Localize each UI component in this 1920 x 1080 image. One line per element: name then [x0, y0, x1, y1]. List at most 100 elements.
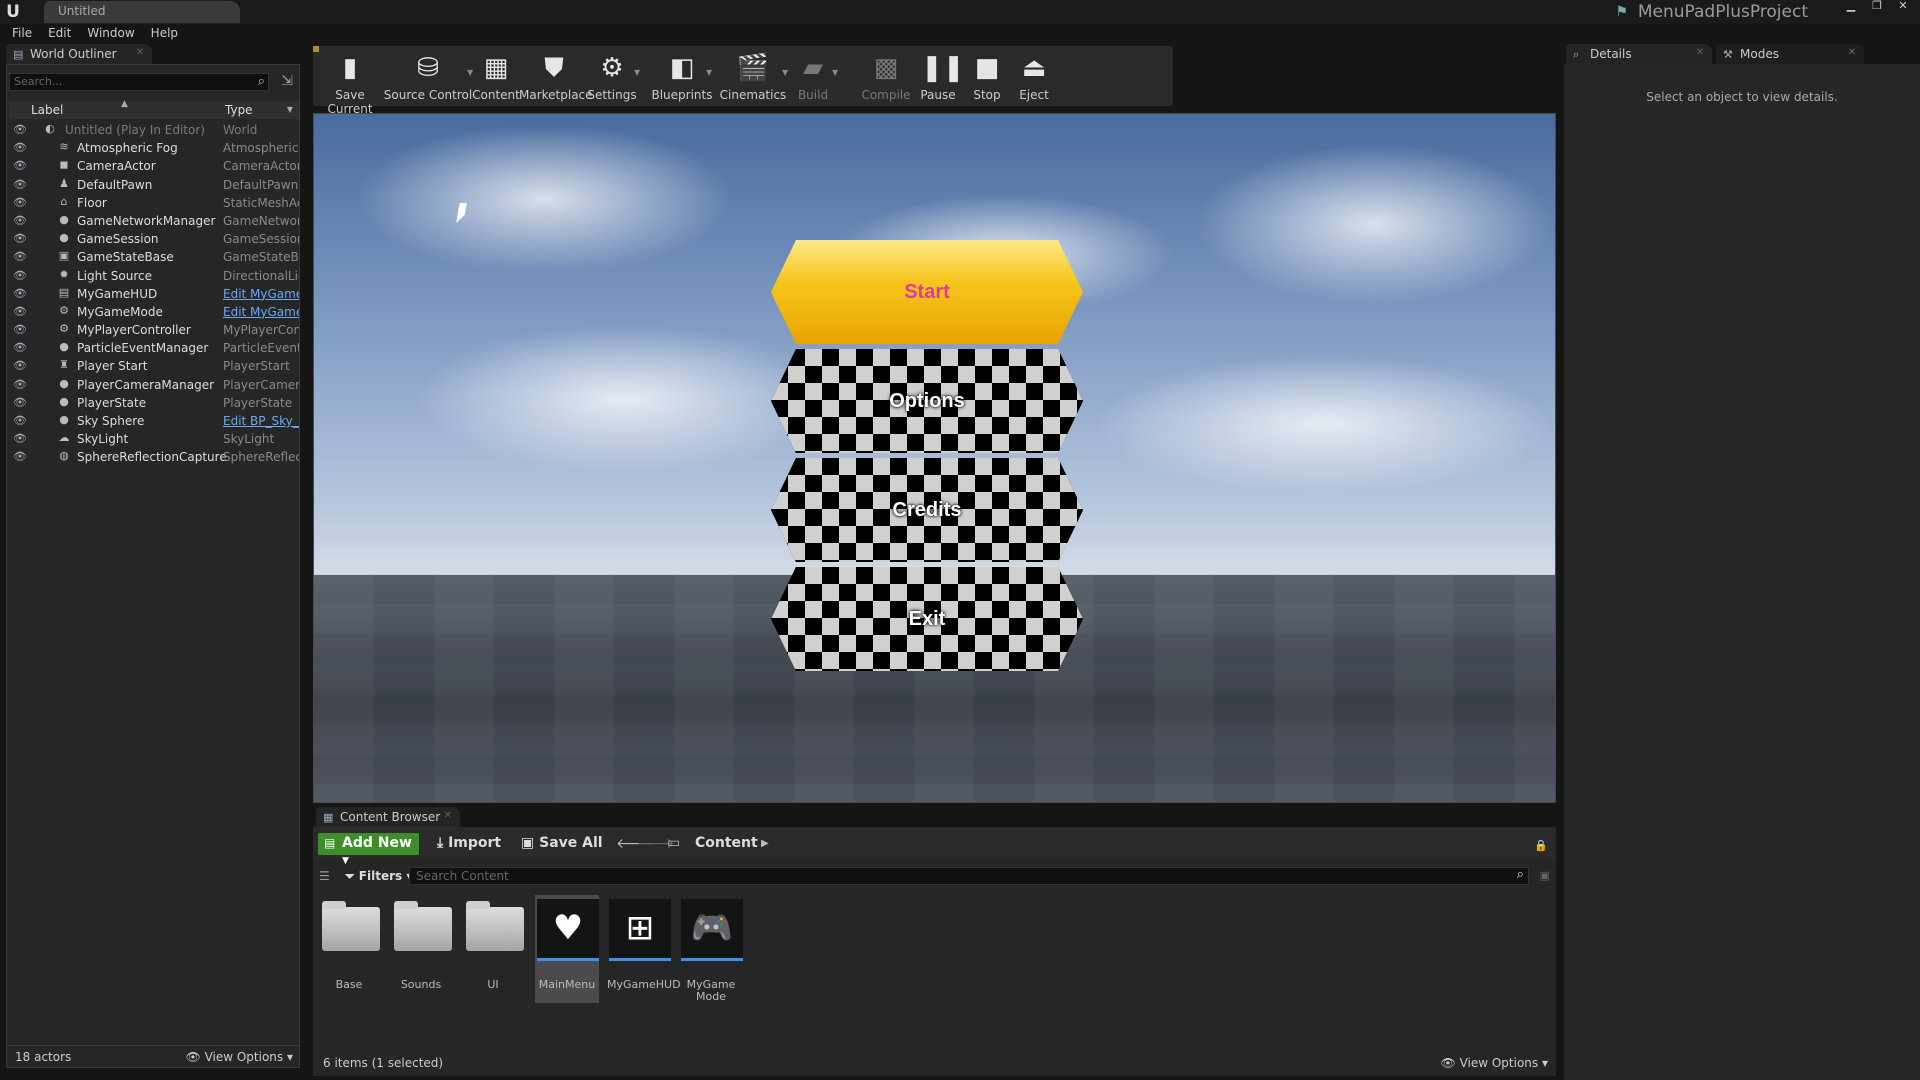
- pause-button[interactable]: ❚❚ Pause: [914, 46, 964, 106]
- path-chevron-icon[interactable]: ▶: [761, 838, 769, 849]
- outliner-actor-row[interactable]: 👁 ◼ CameraActor CameraActor: [9, 157, 299, 175]
- path-breadcrumb[interactable]: Content: [695, 835, 758, 851]
- visibility-eye-icon[interactable]: 👁: [13, 359, 27, 372]
- outliner-actor-row[interactable]: 👁 ♜ Player Start PlayerStart: [9, 357, 299, 375]
- add-new-button[interactable]: ▤ Add New ▼: [318, 833, 419, 866]
- game-viewport[interactable]: Start Options Credits Exit: [313, 113, 1556, 803]
- tab-modes[interactable]: ⚒ Modes ✕: [1716, 44, 1864, 64]
- content-search-input[interactable]: Search Content ⌕: [409, 867, 1529, 885]
- visibility-eye-icon[interactable]: 👁: [13, 378, 27, 391]
- add-actor-icon[interactable]: ⇲: [281, 73, 293, 89]
- cinematics-button[interactable]: 🎬 Cinematics: [718, 46, 788, 106]
- dropdown-arrow-icon[interactable]: ▼: [832, 68, 838, 77]
- asset-item[interactable]: ⊞ MyGameHUD: [607, 895, 681, 1003]
- outliner-search-input[interactable]: Search... ⌕: [9, 73, 269, 91]
- visibility-eye-icon[interactable]: 👁: [13, 123, 27, 136]
- outliner-actor-row[interactable]: 👁 ● ParticleEventManager ParticleEventManag…: [9, 339, 299, 357]
- outliner-actor-row[interactable]: 👁 ● GameSession GameSession: [9, 230, 299, 248]
- column-options-icon[interactable]: ▼: [287, 105, 293, 114]
- content-button[interactable]: ▦ Content: [468, 46, 524, 106]
- close-icon[interactable]: ✕: [136, 47, 144, 58]
- visibility-eye-icon[interactable]: 👁: [13, 141, 27, 154]
- menu-bar: File Edit Window Help: [0, 24, 1920, 44]
- folder-item[interactable]: UI: [461, 895, 525, 1003]
- outliner-actor-row[interactable]: 👁 ⚙ MyGameMode Edit MyGameMode: [9, 303, 299, 321]
- outliner-actor-row[interactable]: 👁 ● PlayerState PlayerState: [9, 394, 299, 412]
- visibility-eye-icon[interactable]: 👁: [13, 414, 27, 427]
- marketplace-button[interactable]: ⛊ Marketplace: [519, 46, 593, 106]
- close-window-icon[interactable]: ✕: [1892, 0, 1914, 13]
- outliner-actor-row[interactable]: 👁 ◍ SphereReflectionCaptureSphereReflectio…: [9, 448, 299, 466]
- folder-item[interactable]: Base: [317, 895, 381, 1003]
- save-all-button[interactable]: ▣ Save All: [521, 835, 603, 851]
- visibility-eye-icon[interactable]: 👁: [13, 450, 27, 463]
- import-button[interactable]: ⤓ Import: [437, 835, 501, 851]
- visibility-eye-icon[interactable]: 👁: [13, 269, 27, 282]
- edit-blueprint-link[interactable]: Edit MyGameMode: [223, 305, 299, 319]
- menu-help[interactable]: Help: [143, 24, 186, 44]
- edit-blueprint-link[interactable]: Edit MyGameHUD: [223, 287, 299, 301]
- source-control-button[interactable]: ⛁ Source Control: [383, 46, 473, 106]
- minimize-icon[interactable]: ▁: [1840, 0, 1862, 13]
- visibility-eye-icon[interactable]: 👁: [13, 159, 27, 172]
- exit-menu-button[interactable]: Exit: [771, 567, 1083, 671]
- outliner-actor-row[interactable]: 👁 ☁ SkyLight SkyLight: [9, 430, 299, 448]
- menu-edit[interactable]: Edit: [40, 24, 79, 44]
- outliner-actor-row[interactable]: 👁 ⌂ Floor StaticMeshActor: [9, 194, 299, 212]
- outliner-actor-row[interactable]: 👁 ▤ MyGameHUD Edit MyGameHUD: [9, 285, 299, 303]
- lock-icon[interactable]: 🔒: [1534, 839, 1548, 852]
- outliner-world-row[interactable]: 👁 ◐ Untitled (Play In Editor) World: [9, 121, 299, 139]
- dropdown-arrow-icon[interactable]: ▼: [634, 68, 640, 77]
- outliner-actor-row[interactable]: 👁 ● GameNetworkManager GameNetworkManager: [9, 212, 299, 230]
- filters-button[interactable]: ⏷ Filters ▾: [345, 869, 412, 884]
- outliner-actor-row[interactable]: 👁 ≋ Atmospheric Fog AtmosphericFog: [9, 139, 299, 157]
- outliner-actor-row[interactable]: 👁 ● Sky Sphere Edit BP_Sky_Sphere: [9, 412, 299, 430]
- view-options-button[interactable]: 👁 View Options ▾: [186, 1050, 294, 1064]
- close-icon[interactable]: ✕: [444, 810, 452, 821]
- visibility-eye-icon[interactable]: 👁: [13, 250, 27, 263]
- save-current-button[interactable]: ▮ Save Current: [315, 46, 385, 116]
- menu-window[interactable]: Window: [79, 24, 142, 44]
- compile-button[interactable]: ▩ Compile: [858, 46, 914, 106]
- menu-file[interactable]: File: [4, 24, 40, 44]
- edit-blueprint-link[interactable]: Edit BP_Sky_Sphere: [223, 414, 299, 428]
- eject-button[interactable]: ⏏ Eject: [1010, 46, 1058, 106]
- asset-item[interactable]: 🎮 MyGame Mode: [679, 895, 743, 1003]
- close-icon[interactable]: ✕: [1848, 47, 1856, 58]
- visibility-eye-icon[interactable]: 👁: [13, 341, 27, 354]
- settings-button[interactable]: ⚙ Settings: [584, 46, 640, 106]
- visibility-eye-icon[interactable]: 👁: [13, 305, 27, 318]
- visibility-eye-icon[interactable]: 👁: [13, 396, 27, 409]
- visibility-eye-icon[interactable]: 👁: [13, 214, 27, 227]
- close-icon[interactable]: ✕: [1696, 47, 1704, 58]
- tab-content-browser[interactable]: ▦ Content Browser ✕: [316, 807, 460, 827]
- outliner-actor-row[interactable]: 👁 ⚙ MyPlayerController MyPlayerController: [9, 321, 299, 339]
- asset-item[interactable]: ♥ MainMenu: [535, 895, 599, 1003]
- stop-button[interactable]: ■ Stop: [963, 46, 1011, 106]
- outliner-actor-row[interactable]: 👁 ● PlayerCameraManager PlayerCameraManager: [9, 376, 299, 394]
- visibility-eye-icon[interactable]: 👁: [13, 287, 27, 300]
- type-column-header[interactable]: Type: [225, 103, 253, 117]
- tab-details[interactable]: ⌕ Details ✕: [1566, 44, 1712, 64]
- view-options-button[interactable]: 👁 View Options ▾: [1441, 1056, 1549, 1070]
- visibility-eye-icon[interactable]: 👁: [13, 323, 27, 336]
- outliner-actor-row[interactable]: 👁 ♟ DefaultPawn DefaultPawn: [9, 176, 299, 194]
- options-menu-button[interactable]: Options: [771, 349, 1083, 453]
- visibility-eye-icon[interactable]: 👁: [13, 196, 27, 209]
- outliner-actor-row[interactable]: 👁 ▣ GameStateBase GameStateBase: [9, 248, 299, 266]
- build-button[interactable]: ▰ Build: [788, 46, 838, 106]
- folder-item[interactable]: Sounds: [389, 895, 453, 1003]
- visibility-eye-icon[interactable]: 👁: [13, 178, 27, 191]
- label-column-header[interactable]: Label: [31, 103, 63, 117]
- visibility-eye-icon[interactable]: 👁: [13, 432, 27, 445]
- sources-panel-icon[interactable]: ☰: [319, 869, 330, 883]
- restore-icon[interactable]: ❐: [1866, 0, 1888, 13]
- tab-world-outliner[interactable]: ▤ World Outliner ✕: [6, 44, 152, 64]
- credits-menu-button[interactable]: Credits: [771, 458, 1083, 562]
- dropdown-arrow-icon[interactable]: ▼: [706, 68, 712, 77]
- visibility-eye-icon[interactable]: 👁: [13, 232, 27, 245]
- document-tab[interactable]: Untitled: [44, 1, 240, 23]
- outliner-actor-row[interactable]: 👁 ✹ Light Source DirectionalLight: [9, 267, 299, 285]
- start-menu-button[interactable]: Start: [771, 240, 1083, 344]
- save-search-icon[interactable]: ▣: [1540, 869, 1550, 882]
